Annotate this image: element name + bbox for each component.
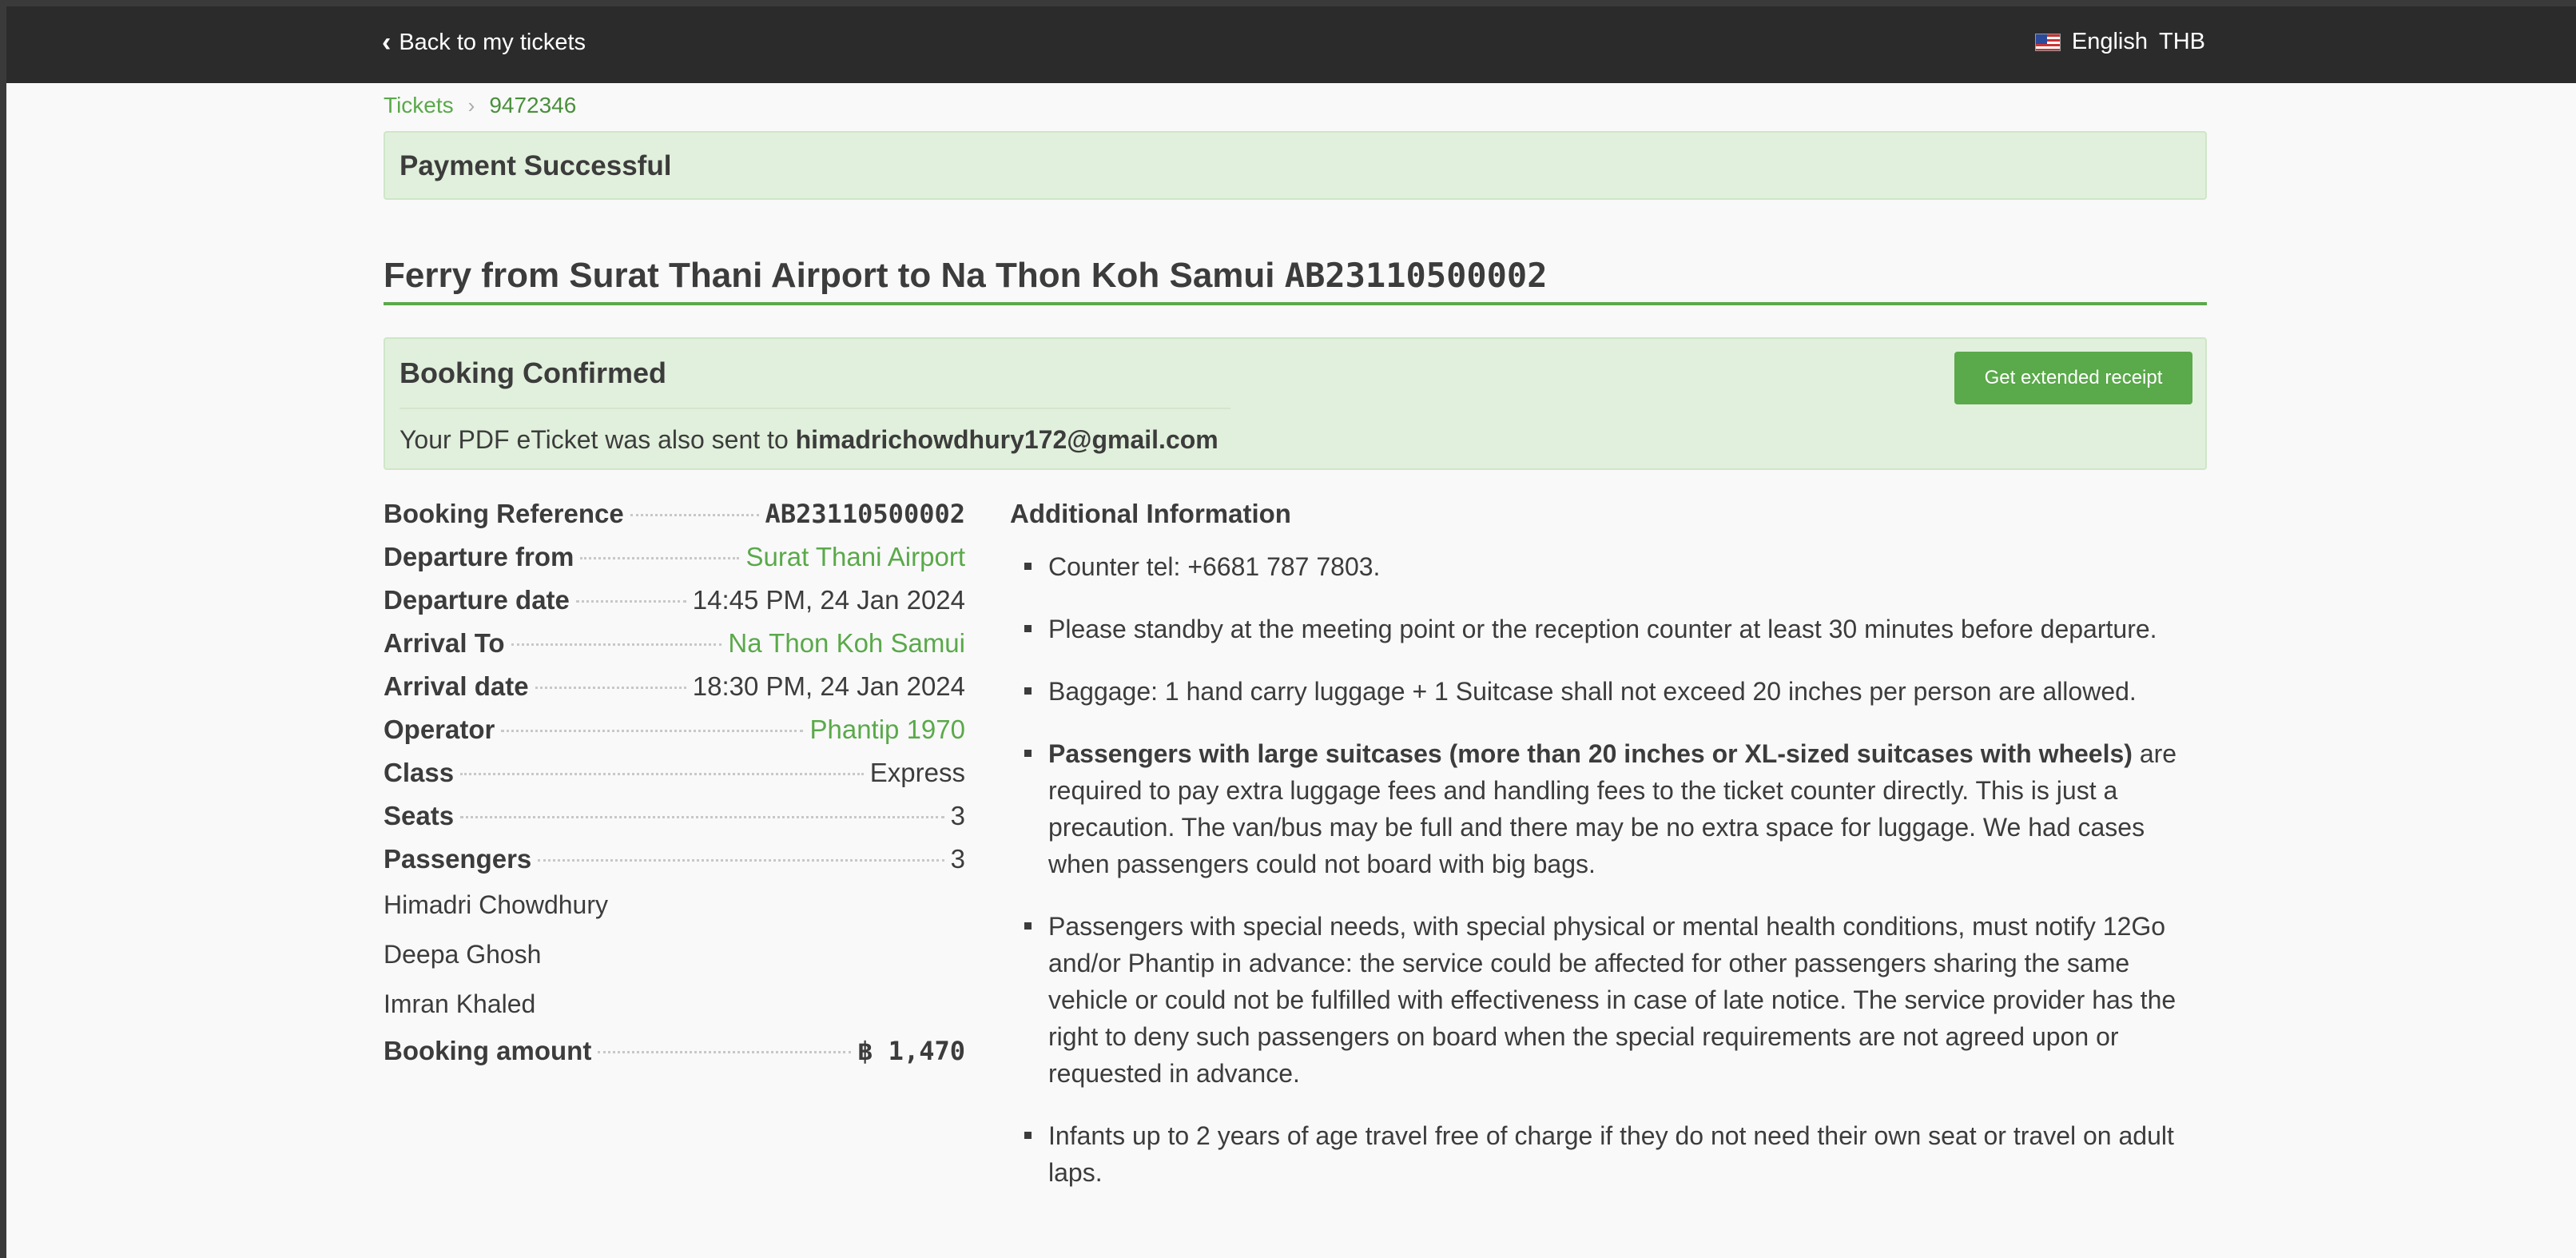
back-label: Back to my tickets [399, 29, 586, 55]
info-item: Infants up to 2 years of age travel free… [1024, 1117, 2208, 1191]
breadcrumb: Tickets › 9472346 [384, 93, 2207, 118]
breadcrumb-tickets[interactable]: Tickets [384, 93, 454, 118]
detail-arrival-date: Arrival date 18:30 PM, 24 Jan 2024 [384, 671, 965, 701]
currency-label[interactable]: THB [2159, 29, 2205, 55]
payment-success-alert: Payment Successful [384, 131, 2207, 200]
divider [400, 408, 1230, 409]
passenger-name: Deepa Ghosh [384, 940, 542, 969]
booking-confirmed-panel: Booking Confirmed Your PDF eTicket was a… [384, 337, 2207, 470]
additional-information: Additional Information Counter tel: +668… [1010, 499, 2208, 1216]
info-item: Baggage: 1 hand carry luggage + 1 Suitca… [1024, 673, 2208, 710]
eticket-message: Your PDF eTicket was also sent to himadr… [400, 425, 1218, 455]
detail-departure-date: Departure date 14:45 PM, 24 Jan 2024 [384, 585, 965, 615]
arrival-link[interactable]: Na Thon Koh Samui [728, 628, 965, 659]
payment-status-text: Payment Successful [400, 150, 672, 181]
passenger-name: Imran Khaled [384, 989, 536, 1018]
info-item: Counter tel: +6681 787 7803. [1024, 548, 2208, 585]
language-label[interactable]: English [2072, 29, 2148, 55]
info-list: Counter tel: +6681 787 7803. Please stan… [1010, 548, 2208, 1191]
detail-operator: Operator Phantip 1970 [384, 715, 965, 745]
customer-email: himadrichowdhury172@gmail.com [795, 425, 1218, 454]
booking-confirmed-heading: Booking Confirmed [400, 356, 666, 389]
info-item: Passengers with large suitcases (more th… [1024, 735, 2208, 882]
detail-booking-reference: Booking Reference AB23110500002 [384, 499, 965, 529]
chevron-right-icon: › [467, 93, 475, 117]
breadcrumb-current[interactable]: 9472346 [489, 93, 576, 118]
detail-passengers: Passengers 3 [384, 844, 965, 874]
get-extended-receipt-button[interactable]: Get extended receipt [1954, 352, 2192, 404]
route-title: Ferry from Surat Thani Airport to Na Tho… [384, 256, 1275, 295]
additional-information-heading: Additional Information [1010, 499, 1291, 528]
info-item: Passengers with special needs, with spec… [1024, 908, 2208, 1092]
page-title: Ferry from Surat Thani Airport to Na Tho… [384, 256, 2207, 305]
detail-booking-amount: Booking amount ฿ 1,470 [384, 1036, 965, 1066]
us-flag-icon [2034, 33, 2061, 51]
departure-link[interactable]: Surat Thani Airport [745, 542, 965, 572]
detail-arrival-to: Arrival To Na Thon Koh Samui [384, 628, 965, 659]
operator-link[interactable]: Phantip 1970 [809, 715, 965, 745]
detail-departure-from: Departure from Surat Thani Airport [384, 542, 965, 572]
page: ‹ Back to my tickets English THB Tickets… [6, 6, 2576, 1258]
booking-amount-value: ฿ 1,470 [857, 1036, 965, 1066]
top-bar: ‹ Back to my tickets English THB [6, 6, 2576, 83]
booking-code: AB23110500002 [1284, 256, 1548, 295]
eticket-message-prefix: Your PDF eTicket was also sent to [400, 425, 789, 454]
booking-details: Booking Reference AB23110500002 Departur… [384, 499, 965, 1079]
info-item: Please standby at the meeting point or t… [1024, 611, 2208, 647]
detail-seats: Seats 3 [384, 801, 965, 830]
detail-class: Class Express [384, 758, 965, 787]
back-to-tickets-link[interactable]: ‹ Back to my tickets [382, 29, 586, 56]
chevron-left-icon: ‹ [382, 27, 392, 58]
locale-selector[interactable]: English THB [2034, 29, 2205, 55]
passenger-name: Himadri Chowdhury [384, 890, 608, 919]
